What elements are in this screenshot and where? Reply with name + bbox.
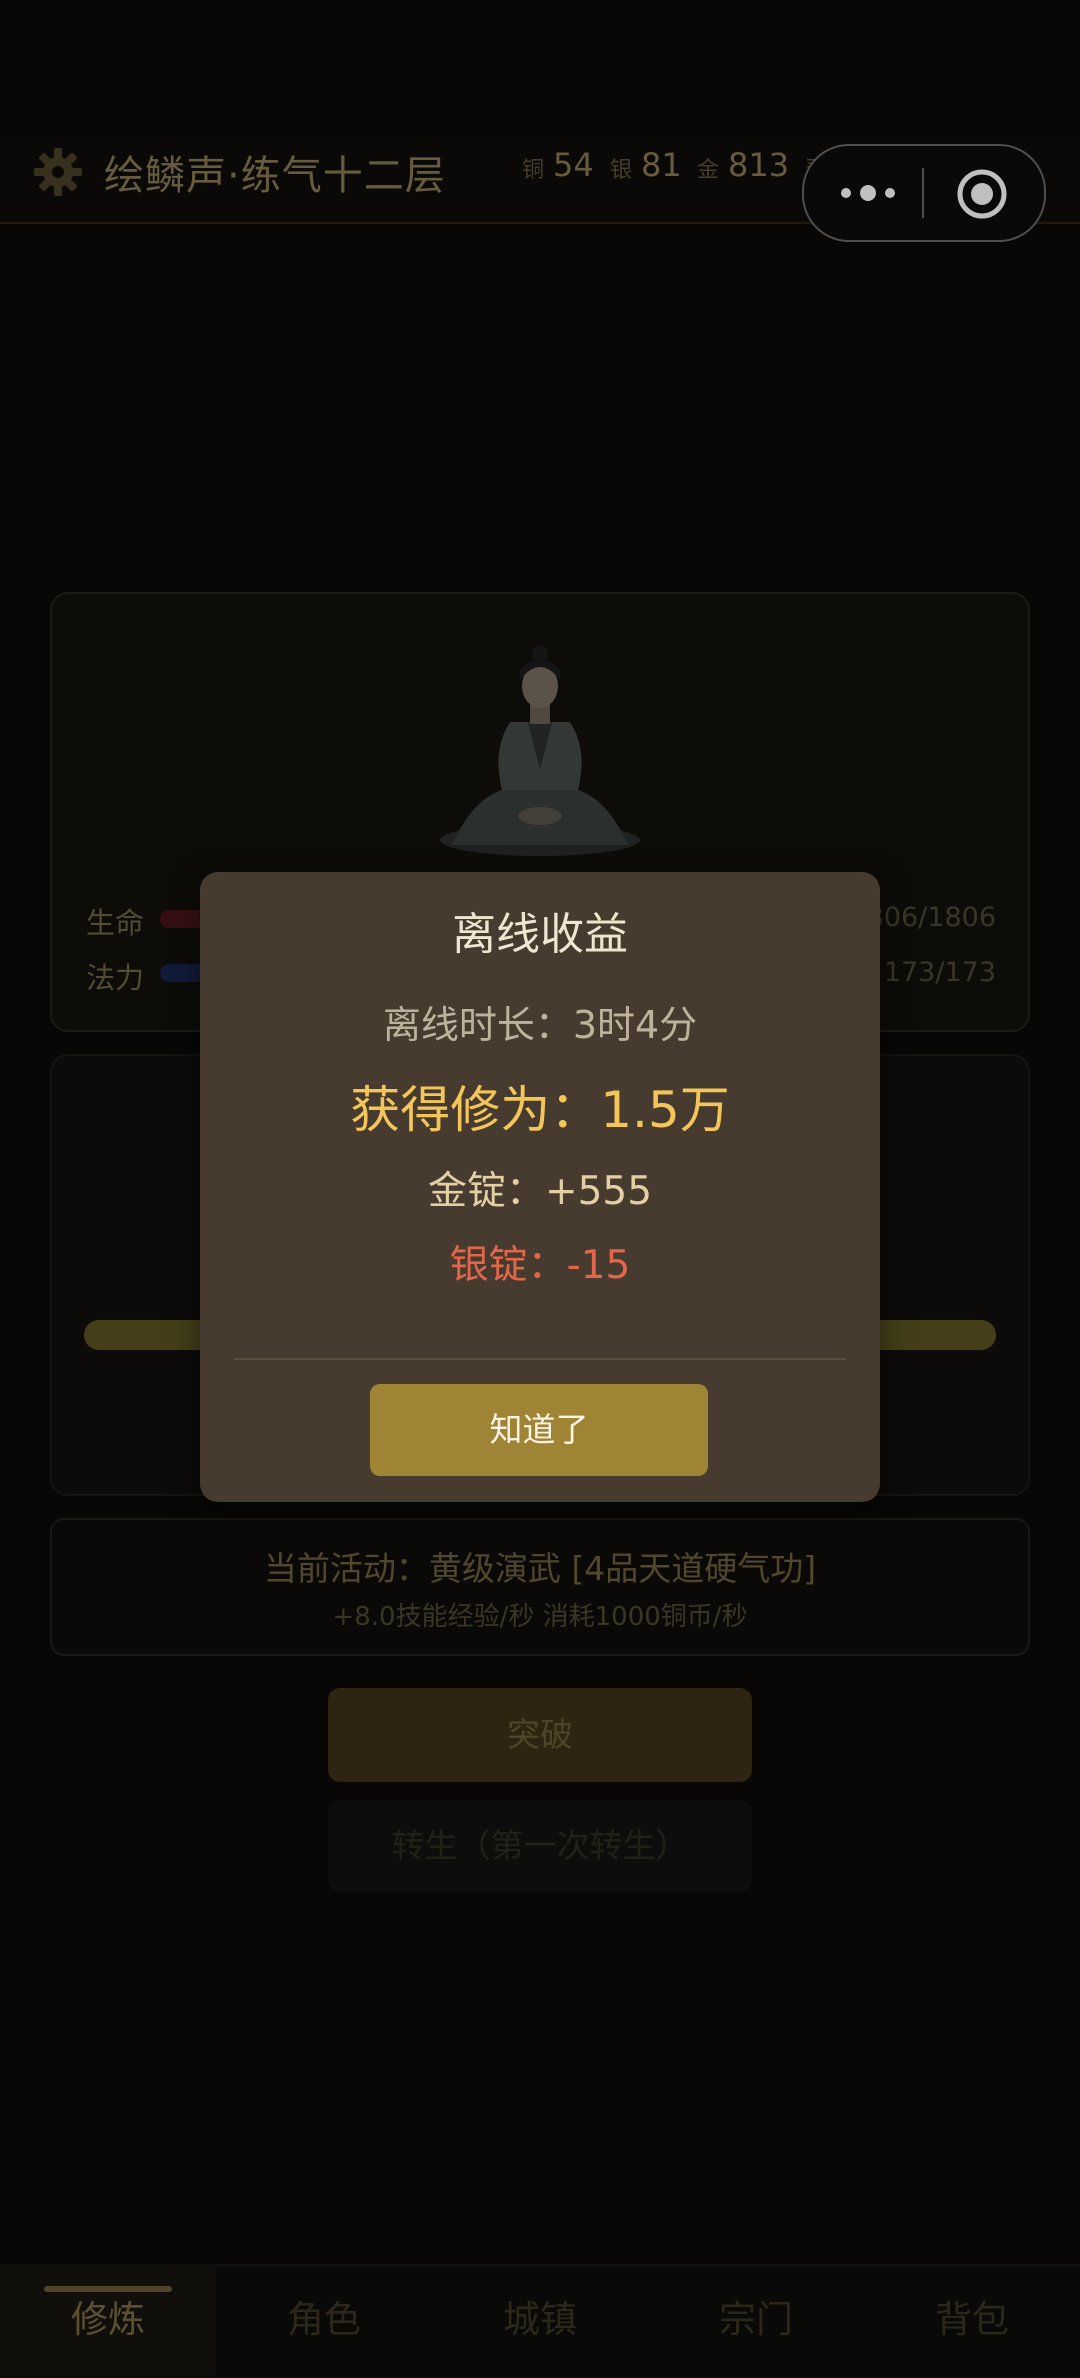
gold-ingot-change: 金锭：+555 bbox=[427, 1169, 653, 1214]
offline-rewards-modal: 离线收益 离线时长：3时4分 获得修为：1.5万 金锭：+555 银锭：-15 … bbox=[200, 872, 880, 1502]
modal-title: 离线收益 bbox=[452, 909, 628, 960]
offline-duration: 离线时长：3时4分 bbox=[382, 1003, 698, 1047]
silver-ingot-change: 银锭：-15 bbox=[449, 1243, 631, 1288]
confirm-button[interactable]: 知道了 bbox=[370, 1384, 708, 1476]
cultivation-gain: 获得修为：1.5万 bbox=[350, 1081, 730, 1139]
modal-divider bbox=[234, 1358, 846, 1360]
